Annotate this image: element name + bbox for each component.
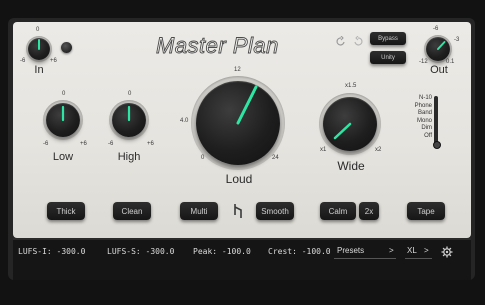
- out-knob[interactable]: [426, 37, 450, 61]
- wide-label: Wide: [337, 159, 365, 173]
- in-tick-min: -6: [20, 58, 26, 64]
- high-tick-min: -6: [108, 141, 114, 147]
- out-tick-2: -3: [454, 37, 460, 43]
- unity-button[interactable]: Unity: [370, 51, 406, 64]
- loud-tick-0: 0: [201, 155, 205, 161]
- loud-label: Loud: [225, 172, 253, 186]
- high-knob[interactable]: [112, 103, 146, 137]
- high-tick-top: 0: [128, 91, 132, 97]
- multi-button[interactable]: Multi: [180, 202, 218, 220]
- presets-label: Presets: [337, 246, 365, 255]
- bypass-button[interactable]: Bypass: [370, 32, 406, 45]
- in-tick-top: 0: [36, 27, 40, 33]
- presets-dropdown[interactable]: Presets >: [334, 244, 396, 259]
- high-tick-max: +6: [147, 141, 154, 147]
- mode-item[interactable]: Dim: [408, 125, 432, 133]
- loud-knob[interactable]: [196, 81, 280, 165]
- wide-tick-min: x1: [320, 147, 327, 153]
- low-tick-top: 0: [62, 91, 66, 97]
- app-title: Master Plan: [156, 33, 279, 59]
- loud-tick-24: 24: [272, 155, 279, 161]
- mode-slider-handle[interactable]: [433, 141, 441, 149]
- size-label: XL: [407, 246, 417, 255]
- high-label: High: [117, 151, 141, 163]
- loud-tick-12: 12: [234, 67, 241, 73]
- lufs-i-readout: LUFS-I: -300.0: [18, 247, 86, 256]
- mode-item[interactable]: Mono: [408, 118, 432, 126]
- loud-tick-4: 4.0: [180, 118, 189, 124]
- clean-button[interactable]: Clean: [113, 202, 151, 220]
- mode-item[interactable]: Band: [408, 110, 432, 118]
- wide-tick-top: x1.5: [345, 83, 357, 89]
- lufs-s-readout: LUFS-S: -300.0: [107, 247, 175, 256]
- out-tick-min: -12: [419, 59, 428, 65]
- power-led[interactable]: [61, 42, 72, 53]
- calm-2x-button[interactable]: 2x: [359, 202, 379, 220]
- meter-footer: [13, 238, 471, 280]
- mode-list: N-10 Phone Band Mono Dim Off: [408, 95, 432, 141]
- mode-item[interactable]: Off: [408, 133, 432, 141]
- peak-readout: Peak: -100.0: [193, 247, 251, 256]
- low-tick-max: +6: [80, 141, 87, 147]
- gear-icon[interactable]: [441, 245, 453, 258]
- calm-button[interactable]: Calm: [320, 202, 356, 220]
- wide-tick-max: x2: [375, 147, 382, 153]
- crest-readout: Crest: -100.0: [268, 247, 331, 256]
- mode-item[interactable]: N-10: [408, 95, 432, 103]
- out-label: Out: [430, 64, 448, 76]
- in-knob[interactable]: [28, 38, 50, 60]
- mode-slider[interactable]: [434, 96, 438, 146]
- undo-icon[interactable]: [336, 33, 346, 46]
- low-tick-min: -6: [43, 141, 49, 147]
- low-knob[interactable]: [46, 103, 80, 137]
- in-tick-max: +6: [50, 58, 57, 64]
- low-label: Low: [52, 151, 74, 163]
- smooth-button[interactable]: Smooth: [256, 202, 294, 220]
- in-label: In: [34, 64, 44, 76]
- redo-icon[interactable]: [353, 33, 363, 46]
- mode-item[interactable]: Phone: [408, 103, 432, 111]
- wide-knob[interactable]: [323, 97, 377, 151]
- out-tick-1: -6: [433, 26, 439, 32]
- thick-button[interactable]: Thick: [47, 202, 85, 220]
- size-arrow-icon: >: [424, 246, 429, 255]
- mp-logo-icon: [232, 203, 244, 219]
- presets-arrow-icon: >: [389, 246, 394, 255]
- tape-button[interactable]: Tape: [407, 202, 445, 220]
- size-dropdown[interactable]: XL >: [405, 244, 432, 259]
